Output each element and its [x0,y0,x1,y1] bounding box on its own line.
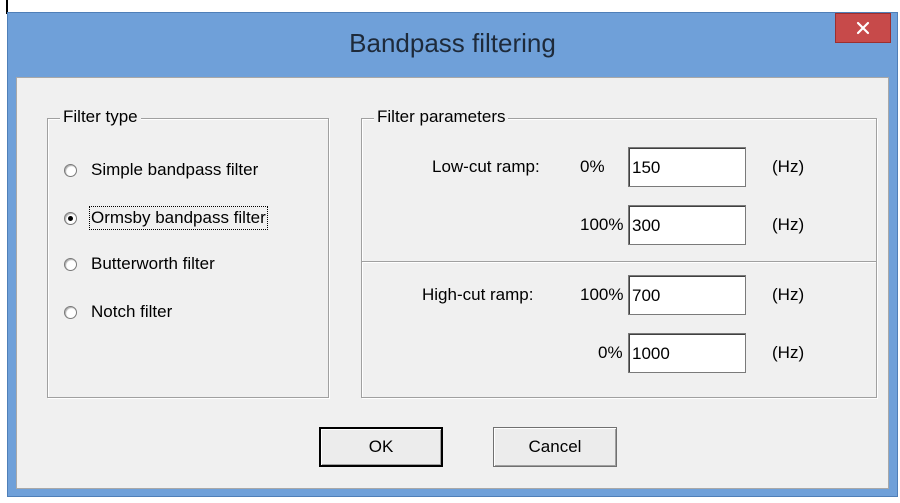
title-bar[interactable]: Bandpass filtering [8,13,897,77]
ok-button[interactable]: OK [319,427,443,467]
low-cut-0-unit: (Hz) [772,157,805,176]
filter-type-group-label: Filter type [60,107,141,127]
low-cut-0-field[interactable] [628,147,746,187]
close-icon [856,21,870,35]
low-cut-0-percent-label: 0% [580,157,605,176]
cancel-button[interactable]: Cancel [493,427,617,467]
radio-label: Simple bandpass filter [91,160,259,179]
low-cut-ramp-label: Low-cut ramp: [432,157,540,176]
close-button[interactable] [835,13,891,43]
radio-ormsby-bandpass[interactable]: Ormsby bandpass filter [64,205,268,231]
radio-button-selected[interactable] [64,211,77,225]
dialog-window: Bandpass filtering Filter type Simple ba… [7,12,898,497]
high-cut-0-unit: (Hz) [772,343,805,362]
filter-type-group: Filter type Simple bandpass filter Ormsb… [47,107,329,398]
filter-parameters-group: Filter parameters Low-cut ramp: 0% (Hz) … [361,107,877,398]
radio-label: Butterworth filter [91,254,215,273]
high-cut-0-field[interactable] [628,333,746,373]
radio-button[interactable] [64,163,77,177]
filter-parameters-group-label: Filter parameters [374,107,509,127]
radio-button[interactable] [64,257,77,271]
high-cut-100-percent-label: 100% [580,285,624,304]
radio-butterworth[interactable]: Butterworth filter [64,251,215,277]
radio-notch[interactable]: Notch filter [64,299,172,325]
low-cut-100-field[interactable] [628,205,746,245]
radio-label: Ormsby bandpass filter [89,206,268,230]
high-cut-100-field[interactable] [628,275,746,315]
high-cut-100-unit: (Hz) [772,285,805,304]
window-title: Bandpass filtering [349,28,556,58]
high-cut-0-percent-label: 0% [598,343,623,362]
radio-button[interactable] [64,305,77,319]
radio-label: Notch filter [91,302,173,321]
radio-simple-bandpass[interactable]: Simple bandpass filter [64,157,258,183]
low-cut-100-unit: (Hz) [772,215,805,234]
low-cut-100-percent-label: 100% [580,215,624,234]
high-cut-ramp-label: High-cut ramp: [422,285,534,304]
parameters-divider [362,261,876,263]
dialog-client-area: Filter type Simple bandpass filter Ormsb… [16,77,889,489]
